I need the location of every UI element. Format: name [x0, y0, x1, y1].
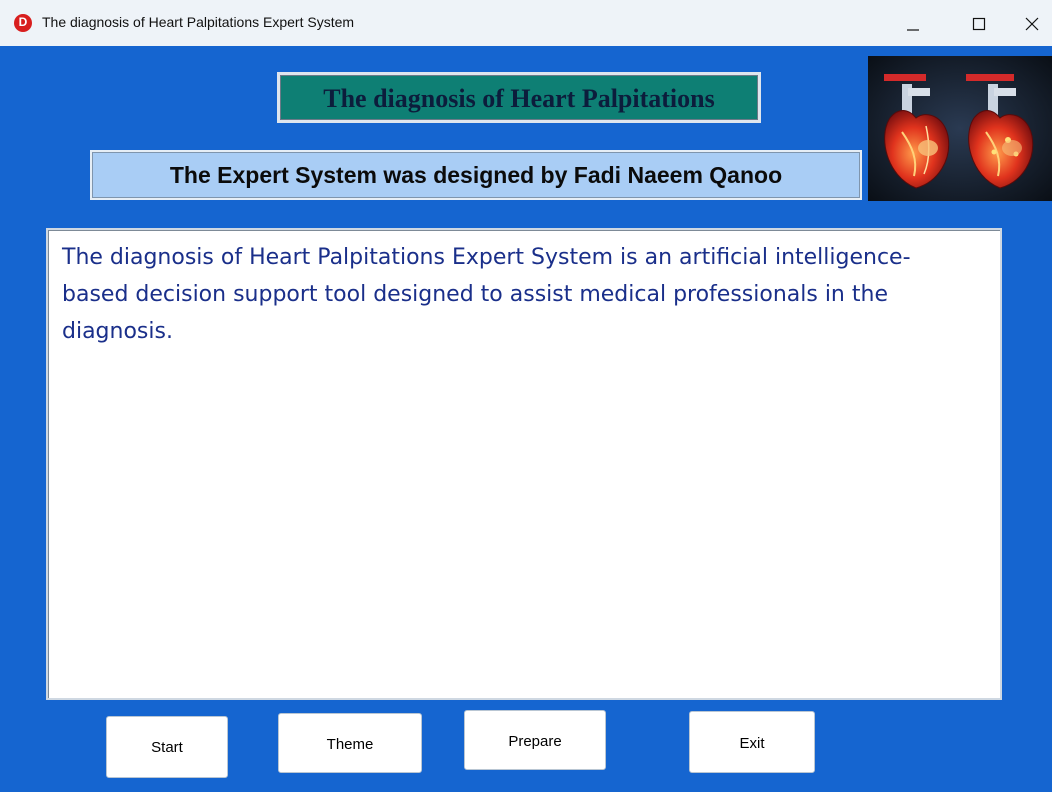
prepare-button-label: Prepare	[508, 733, 562, 750]
prepare-button[interactable]: Prepare	[464, 710, 606, 770]
theme-button-label: Theme	[326, 736, 374, 753]
close-icon	[1025, 17, 1039, 31]
exit-button[interactable]: Exit	[689, 711, 815, 773]
app-icon-letter: D	[18, 15, 28, 29]
window-title: The diagnosis of Heart Palpitations Expe…	[42, 14, 355, 30]
heart-image	[868, 56, 1052, 201]
app-title-banner: The diagnosis of Heart Palpitations	[277, 72, 761, 123]
start-button[interactable]: Start	[106, 716, 228, 778]
designer-text: The Expert System was designed by Fadi N…	[169, 162, 783, 188]
theme-button[interactable]: Theme	[278, 713, 422, 773]
maximize-icon	[972, 17, 986, 31]
close-button[interactable]	[1010, 6, 1052, 42]
maximize-button[interactable]	[956, 6, 1002, 42]
description-textbox[interactable]: The diagnosis of Heart Palpitations Expe…	[46, 228, 1002, 700]
description-text: The diagnosis of Heart Palpitations Expe…	[62, 245, 911, 344]
designer-banner: The Expert System was designed by Fadi N…	[90, 150, 862, 200]
minimize-button[interactable]	[890, 6, 936, 42]
app-title: The diagnosis of Heart Palpitations	[323, 84, 715, 113]
app-icon: D	[14, 14, 32, 32]
exit-button-label: Exit	[739, 735, 765, 752]
minimize-icon	[907, 29, 919, 31]
start-button-label: Start	[151, 739, 183, 756]
title-bar: D The diagnosis of Heart Palpitations Ex…	[0, 0, 1052, 46]
